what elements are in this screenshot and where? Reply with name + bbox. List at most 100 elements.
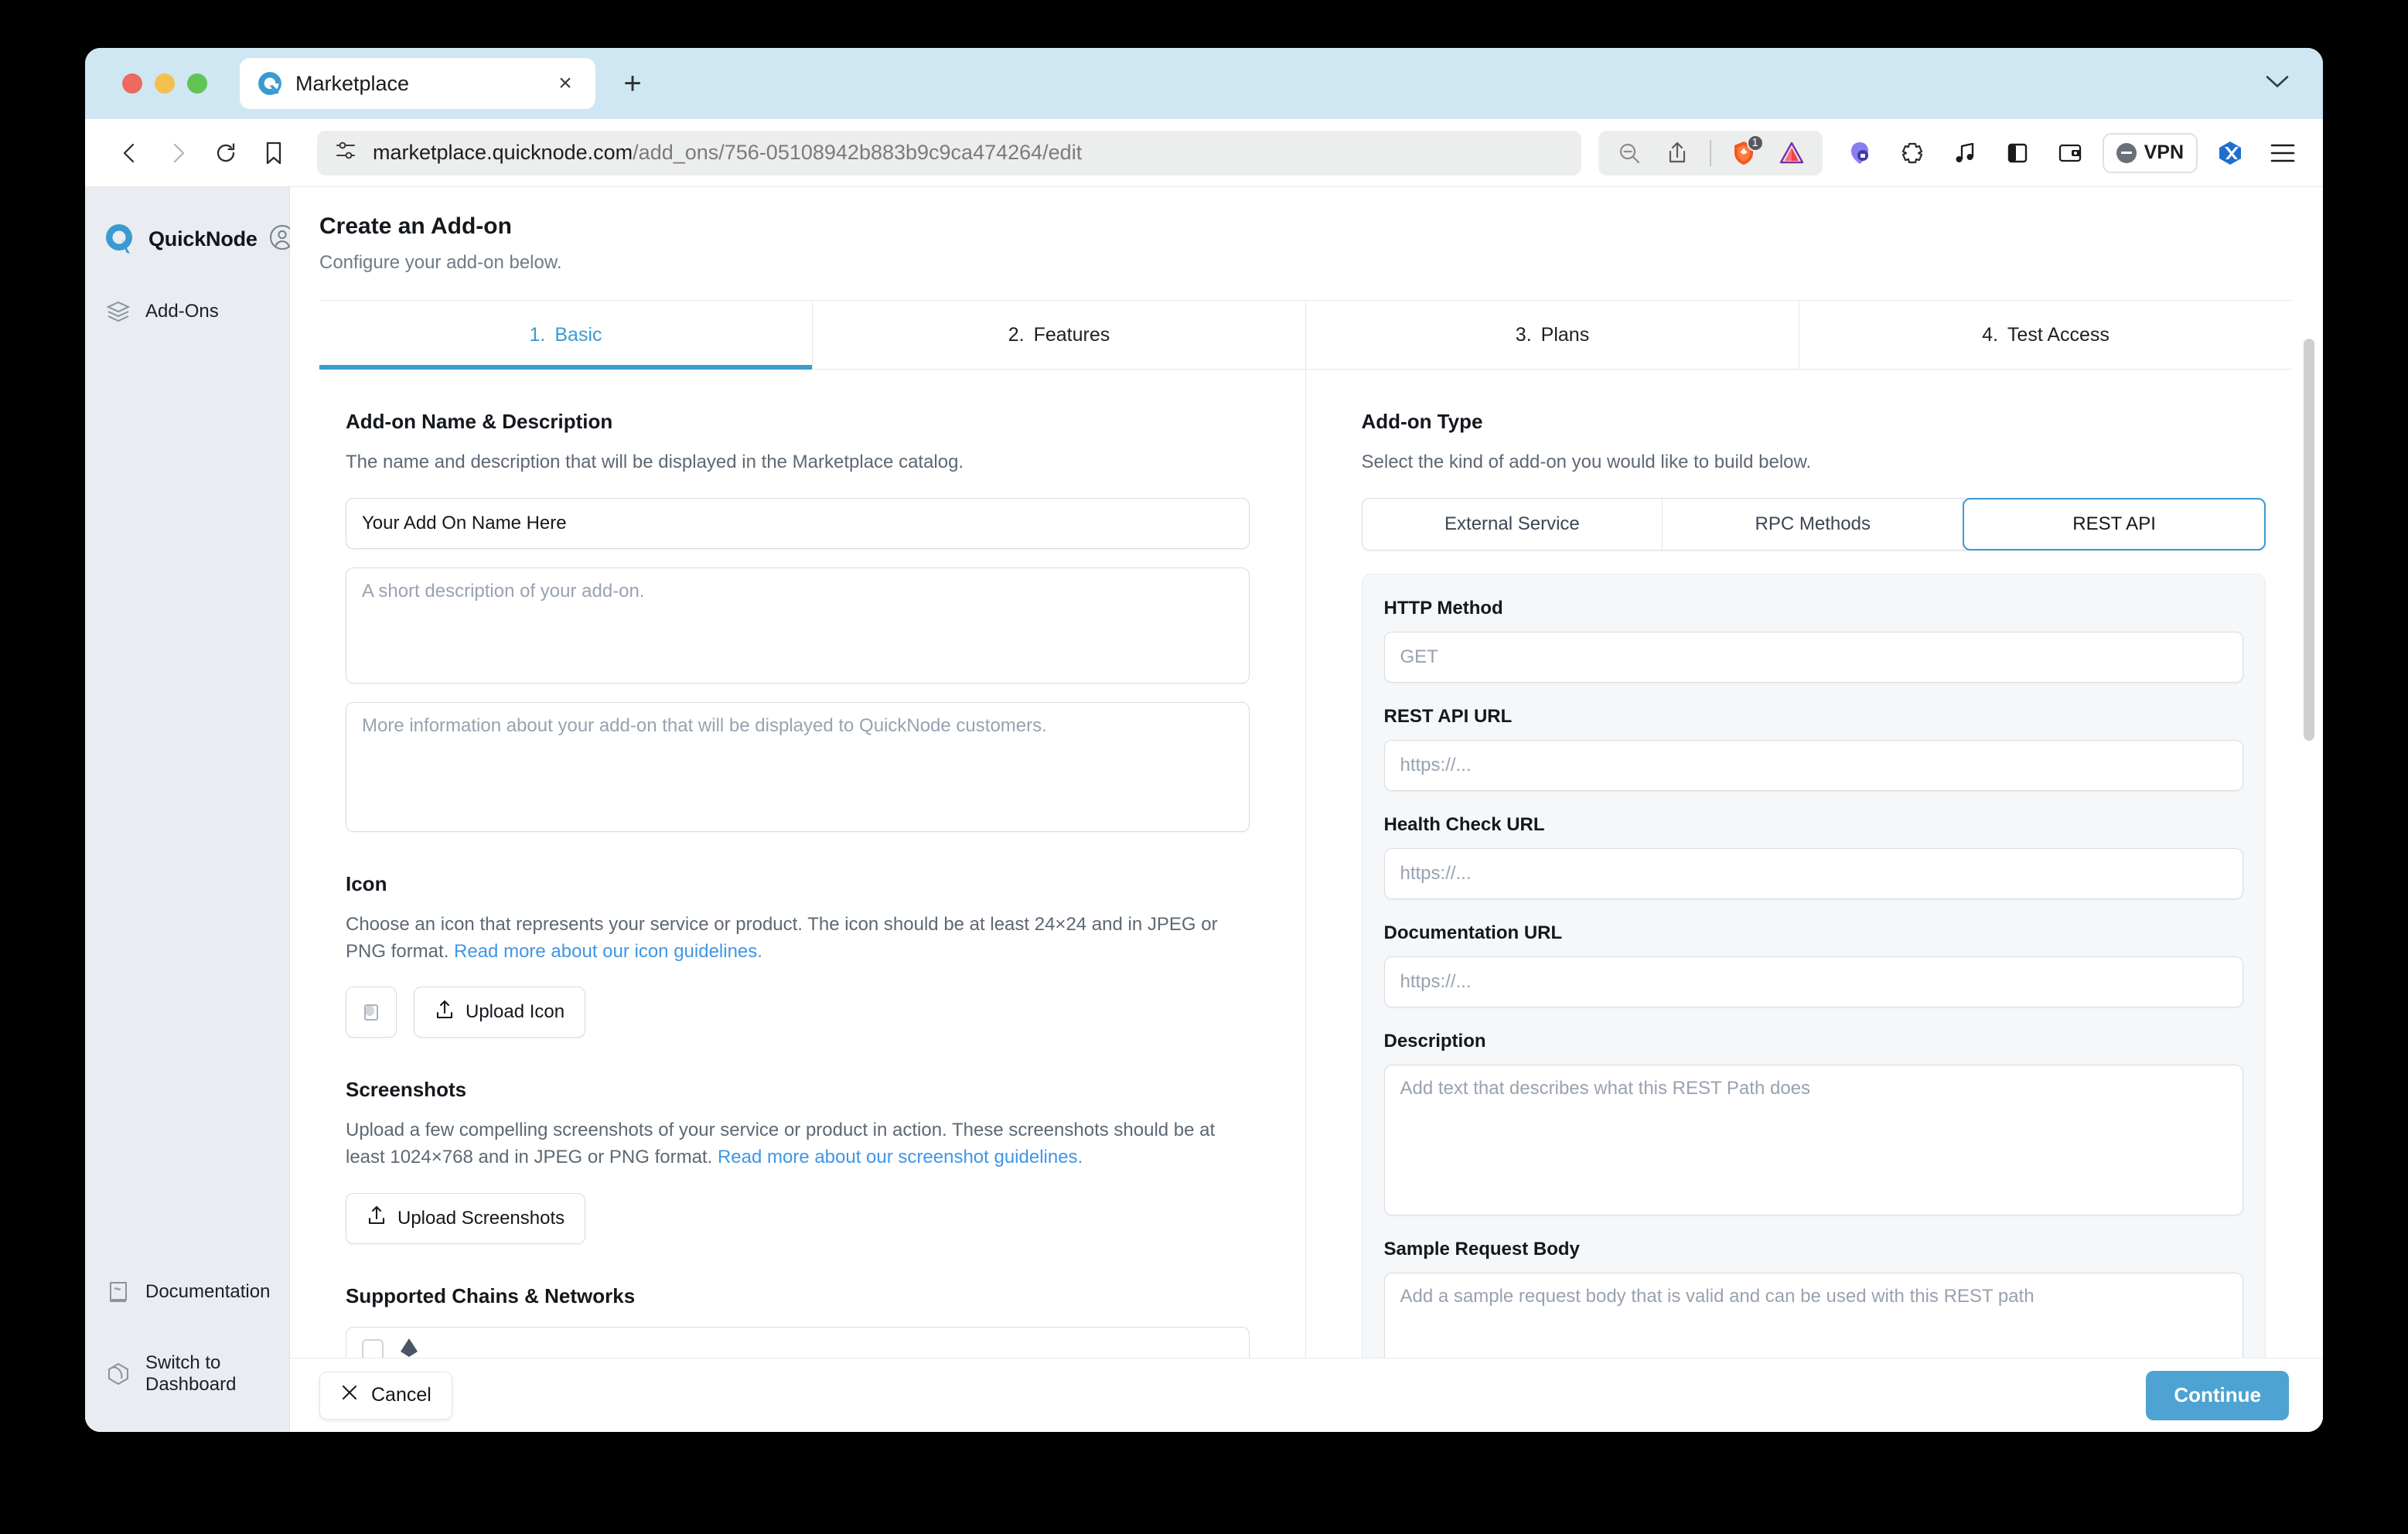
- tab-plans[interactable]: 3. Plans: [1306, 301, 1799, 369]
- brand-header: QuickNode: [85, 212, 295, 266]
- forward-icon[interactable]: [156, 131, 200, 175]
- segment-external-service[interactable]: External Service: [1363, 498, 1663, 550]
- site-settings-icon[interactable]: [334, 139, 357, 166]
- screenshot-guidelines-link[interactable]: Read more about our screenshot guideline…: [718, 1147, 1083, 1168]
- rest-description-label: Description: [1383, 1030, 1486, 1052]
- page-header: Create an Add-on Configure your add-on b…: [290, 187, 2323, 294]
- share-icon[interactable]: [1657, 133, 1697, 173]
- content-scrollbar[interactable]: [2301, 339, 2317, 1358]
- upload-icon: [367, 1205, 387, 1232]
- extension-music-icon[interactable]: [1945, 133, 1985, 173]
- step-label: Features: [1033, 323, 1110, 346]
- browser-navigation-bar: marketplace.quicknode.com/add_ons/756-05…: [85, 119, 2323, 187]
- address-bar[interactable]: marketplace.quicknode.com/add_ons/756-05…: [317, 130, 1581, 176]
- rest-description-textarea[interactable]: [1383, 1064, 2243, 1215]
- long-description-textarea[interactable]: [346, 701, 1250, 832]
- screenshots-section-title: Screenshots: [346, 1078, 467, 1102]
- app-page: QuickNode Add-Ons Documentation Switch t…: [85, 187, 2323, 1432]
- segment-rest-api[interactable]: REST API: [1963, 497, 2266, 551]
- continue-button[interactable]: Continue: [2146, 1370, 2289, 1420]
- chain-row[interactable]: [346, 1326, 1250, 1358]
- step-number: 3.: [1515, 323, 1532, 346]
- tab-test-access[interactable]: 4. Test Access: [1799, 301, 2292, 369]
- url-domain: marketplace.quicknode.com: [373, 141, 633, 164]
- zoom-out-icon[interactable]: [1609, 133, 1649, 173]
- content-scrollbar-thumb[interactable]: [2304, 339, 2314, 741]
- minimize-window-button[interactable]: [155, 73, 175, 94]
- step-number: 2.: [1008, 323, 1025, 346]
- documentation-url-label: Documentation URL: [1383, 922, 1563, 943]
- back-icon[interactable]: [108, 131, 152, 175]
- quicknode-favicon-icon: [257, 70, 283, 97]
- maximize-window-button[interactable]: [187, 73, 207, 94]
- sidebar-bottom-group: Documentation Switch to Dashboard: [85, 1268, 289, 1398]
- sample-request-body-label: Sample Request Body: [1383, 1238, 1580, 1260]
- vpn-label: VPN: [2144, 141, 2184, 163]
- step-label: Test Access: [2007, 323, 2110, 346]
- vpn-button[interactable]: VPN: [2102, 132, 2198, 173]
- app-sidebar: QuickNode Add-Ons Documentation Switch t…: [85, 187, 295, 1432]
- extension-x-icon[interactable]: [2210, 133, 2250, 173]
- browser-tab[interactable]: Marketplace ×: [240, 58, 595, 109]
- upload-screenshots-label: Upload Screenshots: [397, 1207, 565, 1229]
- step-tabs: 1. Basic 2. Features 3. Plans 4. Test Ac…: [319, 300, 2292, 370]
- wallet-icon[interactable]: [2050, 133, 2090, 173]
- browser-tab-title: Marketplace: [295, 71, 410, 95]
- cancel-label: Cancel: [371, 1384, 431, 1406]
- extension-privacy-icon[interactable]: [1840, 133, 1880, 173]
- http-method-input[interactable]: [1383, 631, 2243, 683]
- name-section-desc: The name and description that will be di…: [346, 452, 964, 472]
- form-footer: Cancel Continue: [290, 1358, 2323, 1432]
- menu-icon[interactable]: [2263, 133, 2303, 173]
- browser-window: Marketplace × + marketplace.quicknode.co…: [85, 48, 2323, 1432]
- sidebar-item-label: Documentation: [145, 1281, 271, 1302]
- scroll-region: Create an Add-on Configure your add-on b…: [290, 187, 2323, 1358]
- sample-request-body-textarea[interactable]: [1383, 1272, 2243, 1358]
- icon-section-desc: Choose an icon that represents your serv…: [346, 912, 1250, 966]
- left-column: Add-on Name & Description The name and d…: [319, 370, 1306, 1358]
- sidebar-item-switch-dashboard[interactable]: Switch to Dashboard: [85, 1350, 289, 1398]
- chains-section-title: Supported Chains & Networks: [346, 1283, 636, 1307]
- step-label: Plans: [1540, 323, 1590, 346]
- upload-screenshots-button[interactable]: Upload Screenshots: [346, 1192, 586, 1244]
- reload-icon[interactable]: [204, 131, 247, 175]
- toolbar-divider: [1709, 139, 1711, 166]
- close-tab-icon[interactable]: ×: [552, 70, 578, 97]
- bookmark-icon[interactable]: [252, 131, 295, 175]
- http-method-label: HTTP Method: [1383, 597, 1503, 619]
- sidebar-item-documentation[interactable]: Documentation: [85, 1268, 289, 1316]
- step-number: 1.: [529, 323, 546, 346]
- sidebar-item-add-ons[interactable]: Add-Ons: [85, 288, 289, 336]
- new-tab-button[interactable]: +: [617, 68, 648, 99]
- step-number: 4.: [1982, 323, 1998, 346]
- address-bar-url: marketplace.quicknode.com/add_ons/756-05…: [373, 141, 1082, 165]
- browser-tab-strip: Marketplace × +: [85, 48, 2323, 119]
- brave-shield-icon[interactable]: 1: [1724, 133, 1764, 173]
- upload-icon-button[interactable]: Upload Icon: [414, 987, 586, 1038]
- brave-rewards-icon[interactable]: [1772, 133, 1812, 173]
- addon-name-input[interactable]: [346, 497, 1250, 549]
- step-label: Basic: [554, 323, 602, 346]
- icon-preview-placeholder[interactable]: [346, 987, 397, 1038]
- close-window-button[interactable]: [122, 73, 142, 94]
- documentation-url-input[interactable]: [1383, 956, 2243, 1007]
- chain-logo-icon: [397, 1336, 421, 1358]
- extension-puzzle-icon[interactable]: [1892, 133, 1932, 173]
- chain-checkbox[interactable]: [362, 1338, 384, 1358]
- segment-rpc-methods[interactable]: RPC Methods: [1663, 498, 1964, 550]
- addon-type-title: Add-on Type: [1361, 410, 1483, 433]
- short-description-textarea[interactable]: [346, 567, 1250, 683]
- rest-api-url-input[interactable]: [1383, 739, 2243, 791]
- rest-api-url-label: REST API URL: [1383, 705, 1513, 727]
- chevron-down-icon[interactable]: [2266, 75, 2289, 93]
- screenshots-section-desc: Upload a few compelling screenshots of y…: [346, 1117, 1250, 1171]
- sidebar-item-label: Switch to Dashboard: [145, 1352, 237, 1395]
- health-check-url-label: Health Check URL: [1383, 813, 1545, 835]
- tab-features[interactable]: 2. Features: [813, 301, 1306, 369]
- cancel-button[interactable]: Cancel: [319, 1371, 452, 1420]
- health-check-url-input[interactable]: [1383, 847, 2243, 899]
- tab-basic[interactable]: 1. Basic: [319, 301, 813, 370]
- sidebar-toggle-icon[interactable]: [1997, 133, 2038, 173]
- brand-name: QuickNode: [148, 227, 258, 251]
- icon-guidelines-link[interactable]: Read more about our icon guidelines.: [454, 941, 762, 962]
